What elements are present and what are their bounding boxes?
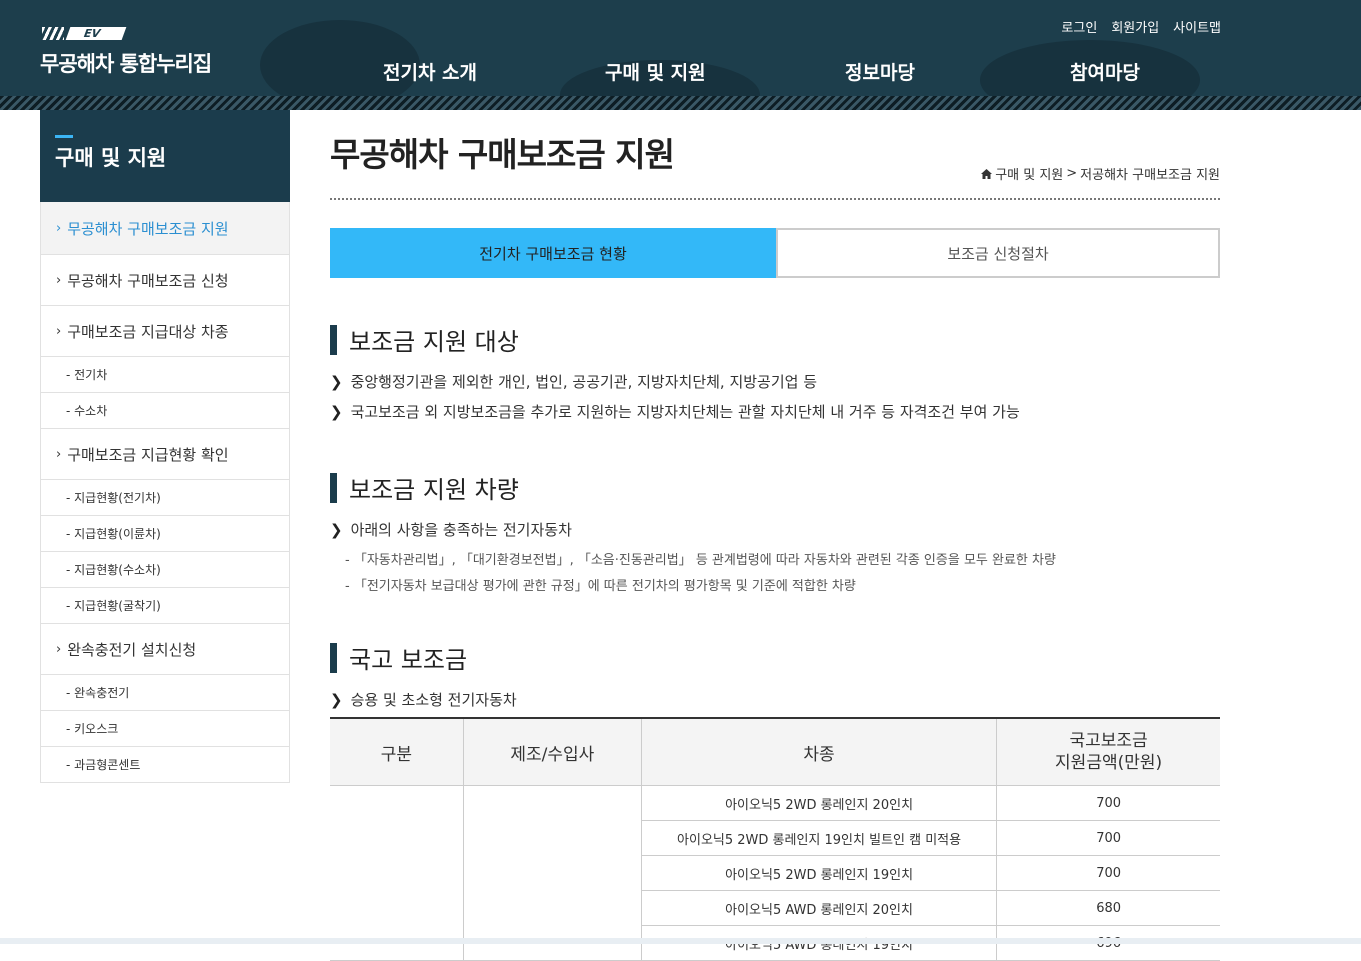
nav-ev-intro[interactable]: 전기차 소개 xyxy=(383,58,477,85)
sidebar-menu: › 무공해차 구매보조금 지원 › 무공해차 구매보조금 신청 › 구매보조금 지급대상 … xyxy=(40,202,290,783)
nav-info[interactable]: 정보마당 xyxy=(845,58,915,85)
chevron-right-icon: ❯ xyxy=(330,372,343,391)
section-mark xyxy=(330,324,337,355)
bullet-text: 중앙행정기관을 제외한 개인, 법인, 공공기관, 지방자치단체, 지방공기업 … xyxy=(350,373,818,391)
nav-participation[interactable]: 참여마당 xyxy=(1070,58,1140,85)
subsidy-table: 구분 제조/수입사 차종 국고보조금 지원금액(만원) 아이오닉5 2WD 롱레… xyxy=(330,717,1220,961)
breadcrumb-current: 저공해차 구매보조금 지원 xyxy=(1080,168,1220,183)
sidebar-item-label: 구매보조금 지급현황 확인 xyxy=(67,445,229,464)
title-divider xyxy=(330,198,1220,200)
breadcrumb-item[interactable]: 구매 및 지원 xyxy=(995,164,1063,183)
chevron-right-icon: > xyxy=(1066,166,1078,181)
amount-cell: 700 xyxy=(996,820,1220,856)
model-cell: 아이오닉5 2WD 롱레인지 19인치 xyxy=(640,855,997,891)
sidebar-subitem[interactable]: - 과금형콘센트 xyxy=(41,746,289,782)
sidebar-subitem[interactable]: - 전기차 xyxy=(41,356,289,392)
model-cell: 아이오닉5 2WD 롱레인지 19인치 빌트인 캠 미적용 xyxy=(640,820,997,856)
sidebar-subitem[interactable]: - 완속충전기 xyxy=(41,674,289,710)
breadcrumb: 구매 및 지원 > 저공해차 구매보조금 지원 xyxy=(981,164,1220,183)
table-header-row: 구분 제조/수입사 차종 국고보조금 지원금액(만원) xyxy=(330,718,1220,786)
section-title-text: 보조금 지원 대상 xyxy=(349,328,519,356)
nav-purchase-support[interactable]: 구매 및 지원 xyxy=(605,58,706,85)
amount-cell: 700 xyxy=(996,785,1220,821)
section-title: 보조금 지원 차량 xyxy=(330,470,519,505)
chevron-right-icon: › xyxy=(56,220,62,236)
sidebar-subitem[interactable]: - 지급현황(수소차) xyxy=(41,551,289,587)
col-manufacturer: 제조/수입사 xyxy=(462,718,642,786)
logo-text[interactable]: 무공해차 통합누리집 xyxy=(40,48,212,78)
sidebar-item-label: 무공해차 구매보조금 신청 xyxy=(67,271,229,290)
manufacturer-cell xyxy=(462,785,642,961)
bullet-text: 국고보조금 외 지방보조금을 추가로 지원하는 지방자치단체는 관할 자치단체 … xyxy=(350,403,1020,421)
section-mark xyxy=(330,472,337,503)
sidebar-item-label: 구매보조금 지급대상 차종 xyxy=(67,322,229,341)
title-accent-bar xyxy=(55,135,73,138)
model-cell: 아이오닉5 2WD 롱레인지 20인치 xyxy=(640,785,997,821)
sidebar-subitem[interactable]: - 키오스크 xyxy=(41,710,289,746)
header-pattern xyxy=(0,96,1361,110)
amount-cell: 700 xyxy=(996,855,1220,891)
table-body: 아이오닉5 2WD 롱레인지 20인치 700 아이오닉5 2WD 롱레인지 19인… xyxy=(330,785,1220,961)
site-header: EV 무공해차 통합누리집 로그인 회원가입 사이트맵 전기차 소개 구매 및 … xyxy=(0,0,1361,110)
sitemap-link[interactable]: 사이트맵 xyxy=(1173,17,1221,36)
model-cell: 아이오닉5 AWD 롱레인지 20인치 xyxy=(640,890,997,926)
sub-description: - 「전기자동차 보급대상 평가에 관한 규정」에 따른 전기차의 평가항목 및… xyxy=(345,579,856,594)
chevron-right-icon: › xyxy=(56,446,62,462)
section-mark xyxy=(330,642,337,673)
home-icon[interactable] xyxy=(981,168,993,179)
sidebar-item-label: 완속충전기 설치신청 xyxy=(67,640,197,659)
sidebar-item[interactable]: › 구매보조금 지급현황 확인 xyxy=(41,428,289,479)
sidebar-title: 구매 및 지원 xyxy=(55,146,167,170)
chevron-right-icon: ❯ xyxy=(330,402,343,421)
horizontal-scrollbar[interactable] xyxy=(0,938,1361,944)
login-link[interactable]: 로그인 xyxy=(1061,17,1097,36)
col-model: 차종 xyxy=(640,718,997,786)
chevron-right-icon: ❯ xyxy=(330,690,343,709)
section-title-text: 보조금 지원 차량 xyxy=(349,476,519,504)
sidebar-item[interactable]: › 구매보조금 지급대상 차종 xyxy=(41,305,289,356)
chevron-right-icon: ❯ xyxy=(330,520,343,539)
logo-badge: EV xyxy=(65,27,127,40)
page-title: 무공해차 구매보조금 지원 xyxy=(330,135,675,174)
sidebar-subitem[interactable]: - 지급현황(전기차) xyxy=(41,479,289,515)
chevron-right-icon: › xyxy=(56,641,62,657)
content-tabs: 전기차 구매보조금 현황 보조금 신청절차 xyxy=(330,228,1220,278)
sidebar-item[interactable]: › 무공해차 구매보조금 신청 xyxy=(41,254,289,305)
section-title: 국고 보조금 xyxy=(330,640,467,675)
sidebar-subitem[interactable]: - 수소차 xyxy=(41,392,289,428)
bullet-item: ❯ 승용 및 초소형 전기자동차 xyxy=(330,689,517,710)
col-amount: 국고보조금 지원금액(만원) xyxy=(996,718,1220,786)
table-row: 아이오닉5 2WD 롱레인지 20인치 700 xyxy=(330,785,1220,961)
chevron-right-icon: › xyxy=(56,272,62,288)
logo-mark[interactable]: EV xyxy=(42,26,127,41)
sidebar-subitem[interactable]: - 지급현황(이륜차) xyxy=(41,515,289,551)
sidebar-item[interactable]: › 완속충전기 설치신청 xyxy=(41,623,289,674)
tab-application-procedure[interactable]: 보조금 신청절차 xyxy=(776,228,1220,278)
sidebar-item[interactable]: › 무공해차 구매보조금 지원 xyxy=(41,202,289,254)
sidebar-item-label: 무공해차 구매보조금 지원 xyxy=(67,219,229,238)
col-category: 구분 xyxy=(330,718,464,786)
tab-subsidy-status[interactable]: 전기차 구매보조금 현황 xyxy=(330,228,776,278)
sidebar-title-box: 구매 및 지원 xyxy=(40,110,290,202)
utility-links: 로그인 회원가입 사이트맵 xyxy=(1061,17,1221,36)
sidebar-subitem[interactable]: - 지급현황(굴착기) xyxy=(41,587,289,623)
section-title: 보조금 지원 대상 xyxy=(330,322,519,357)
category-cell xyxy=(330,785,464,961)
amount-cell: 680 xyxy=(996,890,1220,926)
section-title-text: 국고 보조금 xyxy=(349,646,468,674)
join-link[interactable]: 회원가입 xyxy=(1111,17,1159,36)
bullet-text: 승용 및 초소형 전기자동차 xyxy=(350,691,517,709)
sub-description: - 「자동차관리법」, 「대기환경보전법」, 「소음·진동관리법」 등 관계법령… xyxy=(345,553,1056,568)
bullet-item: ❯ 국고보조금 외 지방보조금을 추가로 지원하는 지방자치단체는 관할 자치단… xyxy=(330,401,1020,422)
bullet-item: ❯ 아래의 사항을 충족하는 전기자동차 xyxy=(330,519,572,540)
bullet-text: 아래의 사항을 충족하는 전기자동차 xyxy=(350,521,572,539)
bullet-item: ❯ 중앙행정기관을 제외한 개인, 법인, 공공기관, 지방자치단체, 지방공기… xyxy=(330,371,817,392)
chevron-right-icon: › xyxy=(56,323,62,339)
logo-stripes-icon xyxy=(42,27,64,40)
